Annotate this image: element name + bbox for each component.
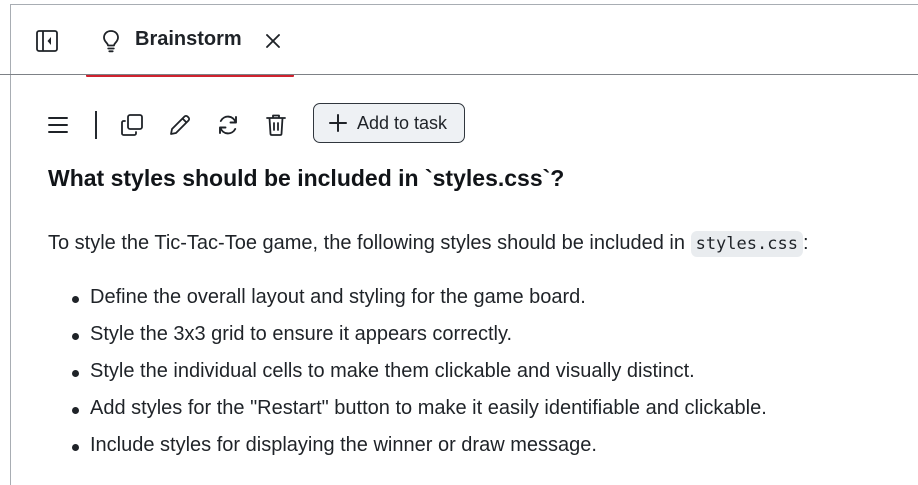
answer-intro: To style the Tic-Tac-Toe game, the follo… [48, 231, 809, 257]
tab-label: Brainstorm [135, 28, 242, 50]
tabbar-divider [0, 74, 918, 75]
list-item: Add styles for the "Restart" button to m… [48, 397, 767, 434]
toolbar-separator [95, 111, 97, 139]
answer-bullet-list: Define the overall layout and styling fo… [48, 286, 767, 471]
intro-text: To style the Tic-Tac-Toe game, the follo… [48, 232, 686, 254]
list-item: Include styles for displaying the winner… [48, 434, 767, 471]
plus-icon [328, 113, 348, 133]
refresh-icon[interactable] [215, 112, 241, 138]
question-heading: What styles should be included in `style… [48, 165, 565, 191]
list-item: Style the individual cells to make them … [48, 360, 767, 397]
sidebar-toggle-icon[interactable] [35, 29, 59, 53]
list-item-text: Style the individual cells to make them … [90, 360, 695, 382]
inline-code: styles.css [690, 231, 803, 257]
bullet-dot [72, 370, 79, 377]
intro-suffix: : [802, 232, 809, 254]
bullet-dot [72, 407, 79, 414]
tab-brainstorm[interactable]: Brainstorm [86, 5, 294, 77]
lightbulb-icon [100, 29, 122, 53]
menu-icon[interactable] [45, 112, 71, 138]
list-item-text: Define the overall layout and styling fo… [90, 286, 586, 308]
copy-icon[interactable] [119, 112, 145, 138]
list-item-text: Style the 3x3 grid to ensure it appears … [90, 323, 513, 345]
brainstorm-panel: Brainstorm Add to task What styles shoul… [0, 0, 918, 485]
bullet-dot [72, 296, 79, 303]
close-icon[interactable] [261, 29, 285, 53]
list-item-text: Include styles for displaying the winner… [90, 434, 597, 456]
list-item: Define the overall layout and styling fo… [48, 286, 767, 323]
list-item-text: Add styles for the "Restart" button to m… [90, 397, 767, 419]
panel-left-border [10, 4, 11, 485]
bullet-dot [72, 444, 79, 451]
add-to-task-label: Add to task [357, 112, 448, 133]
message-toolbar: Add to task [45, 103, 485, 145]
list-item: Style the 3x3 grid to ensure it appears … [48, 323, 767, 360]
edit-icon[interactable] [167, 112, 193, 138]
add-to-task-button[interactable]: Add to task [313, 103, 465, 143]
bullet-dot [72, 333, 79, 340]
trash-icon[interactable] [263, 112, 289, 138]
